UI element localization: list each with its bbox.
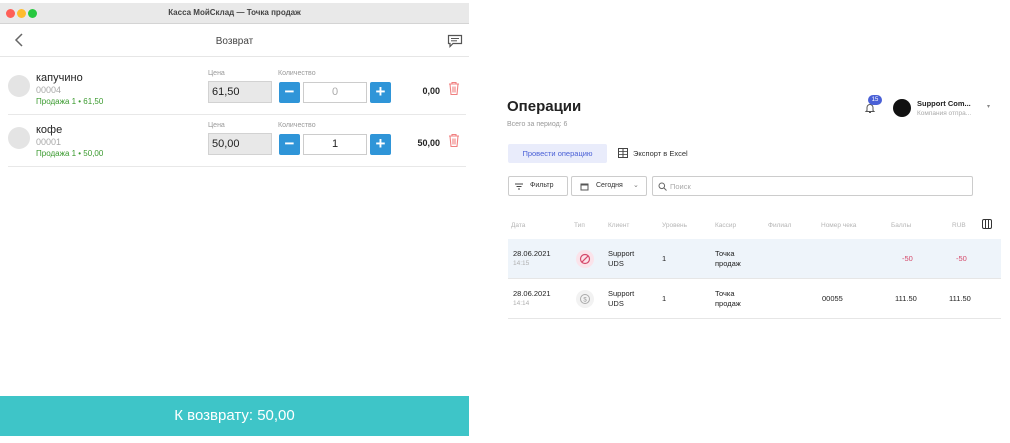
row-level: 1 xyxy=(662,254,667,263)
navbar: Возврат xyxy=(0,24,469,57)
date-range-select[interactable]: Сегодня ⌄ xyxy=(571,176,647,196)
decrement-button[interactable]: − xyxy=(279,82,300,103)
product-code: 00004 xyxy=(36,85,62,95)
export-excel-button[interactable]: Экспорт в Excel xyxy=(633,149,688,158)
avatar[interactable] xyxy=(893,99,911,117)
increment-button[interactable]: + xyxy=(370,134,391,155)
cancel-icon xyxy=(576,250,594,268)
sale-reference: Продажа 1 • 61,50 xyxy=(36,97,104,106)
operations-title: Операции xyxy=(507,98,582,115)
row-client: Support UDS xyxy=(608,289,634,309)
column-header-receipt[interactable]: Номер чека xyxy=(821,222,856,229)
user-name[interactable]: Support Com... xyxy=(917,99,971,108)
column-header-level[interactable]: Уровень xyxy=(662,222,687,229)
product-name: капучино xyxy=(36,72,83,84)
decrement-button[interactable]: − xyxy=(279,134,300,155)
row-client: Support UDS xyxy=(608,249,634,269)
column-header-type[interactable]: Тип xyxy=(574,222,585,229)
trash-icon[interactable] xyxy=(447,132,461,148)
operations-count: Всего за период: 6 xyxy=(507,121,568,128)
date-range-label: Сегодня xyxy=(596,182,623,189)
column-header-points[interactable]: Баллы xyxy=(891,222,911,229)
notification-badge: 15 xyxy=(868,95,882,105)
row-points: 111.50 xyxy=(895,294,917,303)
coin-icon: $ xyxy=(576,290,594,308)
row-receipt: 00055 xyxy=(822,294,843,303)
refund-button[interactable]: К возврату: 50,00 xyxy=(0,396,469,436)
sale-reference: Продажа 1 • 50,00 xyxy=(36,149,104,158)
search-input[interactable]: Поиск xyxy=(652,176,973,196)
svg-text:$: $ xyxy=(583,297,587,303)
column-header-cashier[interactable]: Кассир xyxy=(715,222,736,229)
price-label: Цена xyxy=(208,122,225,129)
filter-label: Фильтр xyxy=(530,182,554,189)
row-level: 1 xyxy=(662,294,667,303)
calendar-icon xyxy=(580,183,589,191)
row-points: -50 xyxy=(902,254,913,263)
window-title: Касса МойСклад — Точка продаж xyxy=(168,8,301,17)
search-placeholder: Поиск xyxy=(670,182,691,191)
page-title: Возврат xyxy=(215,36,254,47)
list-item: капучино 00004 Продажа 1 • 61,50 Цена 61… xyxy=(8,63,466,115)
client-line-1: Support xyxy=(608,249,635,258)
excel-icon[interactable] xyxy=(618,148,628,158)
chevron-down-icon: ⌄ xyxy=(633,182,639,189)
client-line-1: Support xyxy=(608,289,635,298)
row-rub: -50 xyxy=(956,254,967,263)
time-value: 14:14 xyxy=(513,300,530,307)
row-cashier: Точка продаж xyxy=(715,249,741,269)
line-total: 0,00 xyxy=(422,86,440,96)
quantity-field[interactable]: 0 xyxy=(303,82,367,103)
columns-settings-icon[interactable] xyxy=(982,219,992,229)
user-company: Компания отпра... xyxy=(917,110,972,117)
table-row[interactable]: 28.06.2021 14:15 Support UDS 1 Точка про… xyxy=(508,239,1001,279)
date-value: 28.06.2021 xyxy=(513,249,551,258)
product-code: 00001 xyxy=(36,137,62,147)
column-header-date[interactable]: Дата xyxy=(511,222,525,229)
quantity-label: Количество xyxy=(278,70,316,77)
client-line-2: UDS xyxy=(608,259,624,268)
row-cashier: Точка продаж xyxy=(715,289,741,309)
column-header-client[interactable]: Клиент xyxy=(608,222,629,229)
column-header-rub[interactable]: RUB xyxy=(952,222,966,229)
product-avatar xyxy=(8,75,30,97)
price-field[interactable]: 50,00 xyxy=(208,133,272,155)
line-total: 50,00 xyxy=(417,138,440,148)
quantity-label: Количество xyxy=(278,122,316,129)
cashier-line-1: Точка xyxy=(715,249,735,258)
increment-button[interactable]: + xyxy=(370,82,391,103)
row-date: 28.06.2021 14:15 xyxy=(513,249,551,269)
pos-window: Касса МойСклад — Точка продаж Возврат ка… xyxy=(0,3,469,439)
client-line-2: UDS xyxy=(608,299,624,308)
product-avatar xyxy=(8,127,30,149)
operations-panel: Операции Всего за период: 6 15 Support C… xyxy=(500,0,1010,443)
list-item: кофе 00001 Продажа 1 • 50,00 Цена 50,00 … xyxy=(8,115,466,167)
quantity-field[interactable]: 1 xyxy=(303,134,367,155)
run-operation-button[interactable]: Провести операцию xyxy=(508,144,607,163)
time-value: 14:15 xyxy=(513,260,530,267)
row-rub: 111.50 xyxy=(949,294,971,303)
date-value: 28.06.2021 xyxy=(513,289,551,298)
filter-icon xyxy=(515,183,523,190)
price-label: Цена xyxy=(208,70,225,77)
table-row[interactable]: 28.06.2021 14:14 $ Support UDS 1 Точка п… xyxy=(508,279,1001,319)
chevron-down-icon[interactable]: ▾ xyxy=(987,103,990,110)
filter-button[interactable]: Фильтр xyxy=(508,176,568,196)
column-header-branch[interactable]: Филиал xyxy=(768,222,791,229)
cashier-line-2: продаж xyxy=(715,299,741,308)
cashier-line-2: продаж xyxy=(715,259,741,268)
cashier-line-1: Точка xyxy=(715,289,735,298)
product-name: кофе xyxy=(36,124,63,136)
row-date: 28.06.2021 14:14 xyxy=(513,289,551,309)
comment-icon[interactable] xyxy=(447,34,463,48)
window-titlebar: Касса МойСклад — Точка продаж xyxy=(0,3,469,24)
trash-icon[interactable] xyxy=(447,80,461,96)
search-icon xyxy=(658,182,667,191)
price-field[interactable]: 61,50 xyxy=(208,81,272,103)
